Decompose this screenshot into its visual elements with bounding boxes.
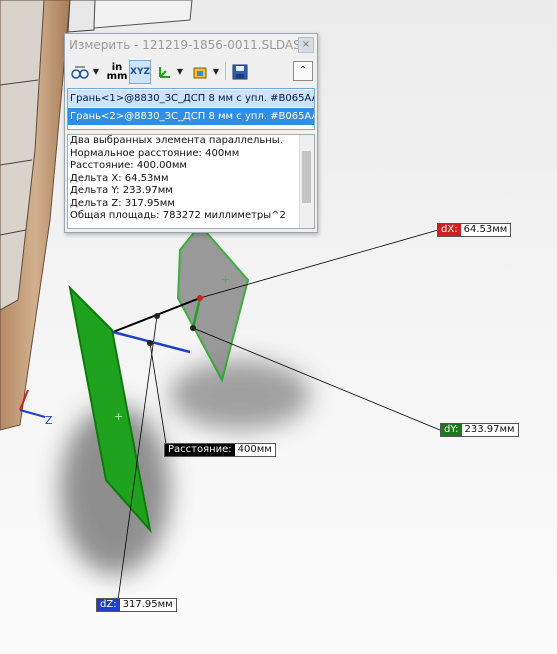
selection-list[interactable]: Грань<1>@8830_ЗС_ДСП 8 мм с упл. #B065AA… <box>67 88 315 130</box>
save-icon <box>232 64 248 80</box>
result-line: Дельта X: 64.53мм <box>70 172 169 184</box>
arc-circle-button[interactable] <box>67 60 93 84</box>
dx-leader-line <box>199 229 439 299</box>
collapse-button[interactable]: ⌃ <box>293 61 313 81</box>
units-button[interactable]: in mm <box>105 60 129 84</box>
xyz-delta-icon: XYZ <box>130 67 150 77</box>
measure-point <box>147 340 153 346</box>
result-line: Расстояние: 400.00мм <box>70 160 187 171</box>
coordinate-system-icon <box>159 67 170 78</box>
selection-item[interactable]: Грань<2>@8830_ЗС_ДСП 8 мм с упл. #B065AA… <box>68 108 314 125</box>
result-line: Два выбранных элемента параллельны. <box>70 135 283 146</box>
dz-tag: dZ: <box>97 599 120 611</box>
projection-icon <box>193 67 207 79</box>
results-panel[interactable]: Два выбранных элемента параллельны. Норм… <box>67 134 315 229</box>
dx-tag: dX: <box>438 224 461 236</box>
triad-z-label: Z <box>45 414 53 427</box>
face-center-marker: + <box>114 410 123 423</box>
xyz-button[interactable]: XYZ <box>129 60 151 84</box>
triad-icon: Z <box>19 389 53 427</box>
dy-tag: dY: <box>441 424 462 436</box>
arc-dropdown[interactable]: ▼ <box>91 60 101 82</box>
results-scrollbar[interactable] <box>299 135 314 228</box>
chevron-down-icon: ▼ <box>92 66 100 76</box>
distance-tag: Расстояние: <box>165 444 235 456</box>
distance-value: 400мм <box>237 444 272 455</box>
dialog-title: Измерить - 121219-1856-0011.SLDASM <box>69 38 312 52</box>
part-shadow <box>170 360 310 430</box>
measure-point <box>197 295 203 301</box>
coordinate-system-button[interactable] <box>153 60 175 84</box>
dx-value: 64.53мм <box>463 224 508 235</box>
cabinet-top[interactable] <box>67 0 96 33</box>
dz-value: 317.95мм <box>122 599 173 610</box>
selection-item[interactable]: Грань<1>@8830_ЗС_ДСП 8 мм с упл. #B065AA… <box>68 90 314 107</box>
measure-dialog: Измерить - 121219-1856-0011.SLDASM × ▼ i… <box>64 33 318 233</box>
result-line: Дельта Y: 233.97мм <box>70 185 173 196</box>
close-button[interactable]: × <box>298 37 314 53</box>
chevron-down-icon: ▼ <box>212 66 220 76</box>
coordinate-dropdown[interactable]: ▼ <box>175 60 185 82</box>
toolbar-separator <box>225 62 226 80</box>
dy-value: 233.97мм <box>464 424 515 435</box>
scroll-thumb[interactable] <box>302 151 311 203</box>
dx-callout[interactable]: dX: 64.53мм <box>437 223 512 237</box>
distance-callout[interactable]: Расстояние: 400мм <box>164 443 276 457</box>
result-line: Нормальное расстояние: 400мм <box>70 147 240 159</box>
save-button[interactable] <box>229 60 251 84</box>
dz-callout[interactable]: dZ: 317.95мм <box>96 598 177 612</box>
chevron-down-icon: ▼ <box>176 66 184 76</box>
result-line: Дельта Z: 317.95мм <box>70 197 175 209</box>
units-mm-label: mm <box>106 71 128 82</box>
projection-button[interactable] <box>189 60 211 84</box>
dy-callout[interactable]: dY: 233.97мм <box>440 423 519 437</box>
cabinet-top-2[interactable] <box>93 0 193 29</box>
face-center-marker: + <box>221 273 230 286</box>
result-line: Общая площадь: 783272 миллиметры^2 <box>70 210 286 221</box>
arc-circle-icon <box>71 66 89 79</box>
measure-point <box>190 325 196 331</box>
measure-point <box>154 313 160 319</box>
projection-dropdown[interactable]: ▼ <box>211 60 221 82</box>
